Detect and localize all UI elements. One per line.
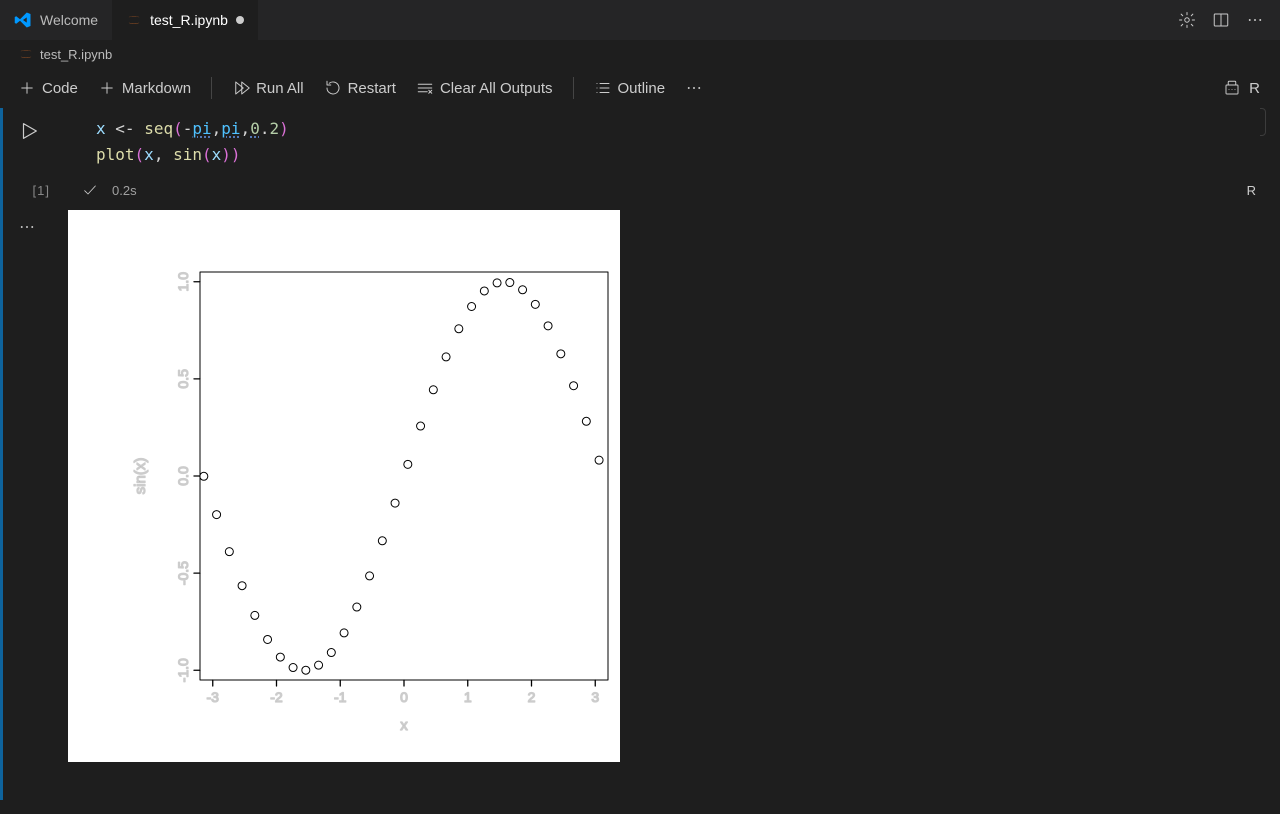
kernel-label: R — [1249, 80, 1260, 97]
code-cell-editor[interactable]: x <- seq(-pi,pi,0.2) plot(x, sin(x)) — [56, 108, 1260, 176]
clear-label: Clear All Outputs — [440, 80, 553, 97]
execution-time: 0.2s — [112, 183, 137, 198]
cell-status-row: [1] 0.2s R — [18, 178, 1280, 202]
svg-text:0.0: 0.0 — [175, 466, 191, 486]
notebook-cell: x <- seq(-pi,pi,0.2) plot(x, sin(x)) [1]… — [0, 108, 1280, 762]
separator — [211, 77, 212, 99]
more-icon — [685, 79, 703, 97]
tab-notebook[interactable]: test_R.ipynb — [112, 0, 258, 40]
vscode-icon — [14, 11, 32, 29]
svg-text:x: x — [400, 717, 408, 734]
split-editor-icon[interactable] — [1212, 11, 1230, 29]
svg-text:-1.0: -1.0 — [175, 658, 191, 682]
svg-text:sin(x): sin(x) — [132, 458, 149, 495]
clear-outputs-button[interactable]: Clear All Outputs — [408, 75, 561, 101]
add-markdown-label: Markdown — [122, 80, 191, 97]
svg-text:0: 0 — [400, 689, 408, 705]
run-all-button[interactable]: Run All — [224, 75, 312, 101]
outline-icon — [594, 79, 612, 97]
gear-icon[interactable] — [1178, 11, 1196, 29]
tab-bar: Welcome test_R.ipynb — [0, 0, 1280, 40]
add-code-button[interactable]: Code — [10, 75, 86, 101]
separator — [573, 77, 574, 99]
cell-language[interactable]: R — [1247, 183, 1256, 198]
jupyter-icon — [126, 12, 142, 28]
kernel-indicator[interactable]: R — [1223, 79, 1270, 97]
svg-text:2: 2 — [528, 689, 536, 705]
breadcrumb-file: test_R.ipynb — [40, 47, 112, 62]
plot-output: -3 -2 -1 0 1 2 3 -1.0 -0.5 0.0 0.5 1.0 x sin(x) — [68, 210, 620, 762]
kernel-icon — [1223, 79, 1241, 97]
scatter-plot: -3 -2 -1 0 1 2 3 -1.0 -0.5 0.0 0.5 1.0 x sin(x) — [68, 210, 620, 762]
outline-button[interactable]: Outline — [586, 75, 674, 101]
add-code-label: Code — [42, 80, 78, 97]
svg-text:-3: -3 — [207, 689, 220, 705]
execution-count: [1] — [18, 183, 50, 198]
output-more-icon[interactable] — [18, 218, 36, 241]
svg-text:-1: -1 — [334, 689, 347, 705]
add-markdown-button[interactable]: Markdown — [90, 75, 199, 101]
tab-notebook-label: test_R.ipynb — [150, 12, 228, 28]
restart-icon — [324, 79, 342, 97]
svg-text:-2: -2 — [270, 689, 283, 705]
run-all-label: Run All — [256, 80, 304, 97]
restart-button[interactable]: Restart — [316, 75, 404, 101]
toolbar-more-button[interactable] — [677, 75, 711, 101]
breadcrumb[interactable]: test_R.ipynb — [0, 40, 1280, 68]
cell-focus-indicator — [0, 108, 3, 800]
svg-text:1: 1 — [464, 689, 472, 705]
tab-welcome-label: Welcome — [40, 12, 98, 28]
tabbar-actions — [1178, 11, 1280, 29]
clear-icon — [416, 79, 434, 97]
success-check-icon — [82, 182, 98, 198]
code-content[interactable]: x <- seq(-pi,pi,0.2) plot(x, sin(x)) — [56, 108, 1260, 176]
svg-text:3: 3 — [591, 689, 599, 705]
run-all-icon — [232, 79, 250, 97]
notebook-toolbar: Code Markdown Run All Restart Clear All … — [0, 68, 1280, 108]
more-icon[interactable] — [1246, 11, 1264, 29]
outline-label: Outline — [618, 80, 666, 97]
unsaved-dot-icon — [236, 16, 244, 24]
restart-label: Restart — [348, 80, 396, 97]
plus-icon — [18, 79, 36, 97]
svg-text:1.0: 1.0 — [175, 272, 191, 292]
run-cell-button[interactable] — [18, 120, 40, 142]
svg-text:-0.5: -0.5 — [175, 561, 191, 585]
jupyter-icon — [18, 46, 34, 62]
plus-icon — [98, 79, 116, 97]
tab-welcome[interactable]: Welcome — [0, 0, 112, 40]
svg-text:0.5: 0.5 — [175, 369, 191, 389]
